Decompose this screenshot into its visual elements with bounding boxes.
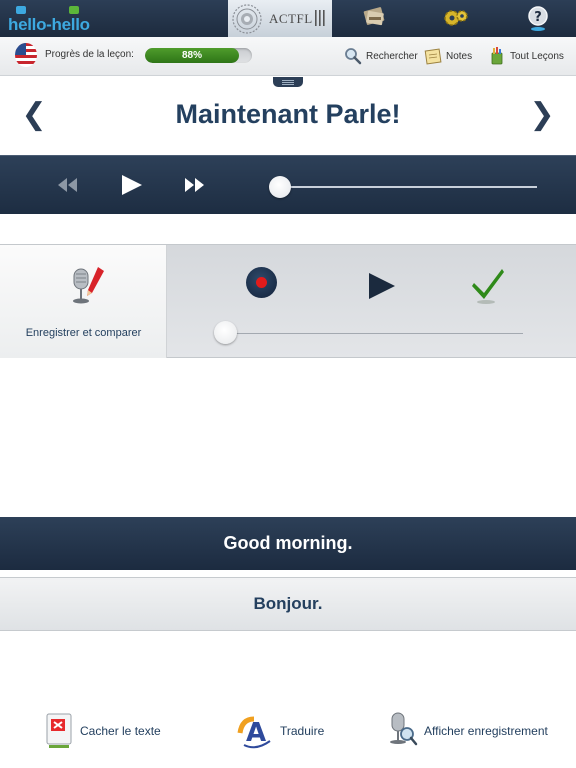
show-recording-label: Afficher enregistrement [424,724,548,738]
hide-text-icon [46,713,72,748]
progress-percent: 88% [181,50,202,61]
app-screen: hello-hello ACTFL ? Progrès de la leçon:… [0,0,576,768]
gears-icon[interactable] [441,3,471,33]
microphone-magnifier-icon [390,712,418,746]
notes-label: Notes [446,50,473,62]
recording-scrubber-track[interactable] [226,333,523,334]
handle-line [282,80,294,81]
hello-hello-logo[interactable]: hello-hello [6,4,116,34]
magnifier-icon [345,48,362,65]
french-phrase: Bonjour. [253,594,323,613]
audio-scrubber-knob[interactable] [269,176,291,198]
hide-text-label: Cacher le texte [80,724,161,738]
title-area: ❮ Maintenant Parle! ❯ [0,77,576,155]
chevron-left-icon[interactable]: ❮ [21,97,46,132]
top-nav-bar: hello-hello ACTFL ? [0,0,576,37]
help-icon[interactable]: ? [523,3,553,33]
logo-text: hello-hello [8,15,90,34]
svg-text:A: A [246,718,266,748]
all-lessons-label: Tout Leçons [510,50,564,62]
drawer-handle[interactable] [273,77,303,87]
progress-bar: 88% [145,48,252,63]
record-button[interactable] [246,267,277,298]
translate-icon: A [237,716,271,749]
lesson-progress-row: Progrès de la leçon: 88% Rechercher Note… [0,37,576,76]
handle-line [282,84,294,85]
logo-bubble-blue [16,6,26,14]
all-lessons-button[interactable]: Tout Leçons [488,45,564,67]
logo-bubble-green [69,6,79,14]
microphone-pencil-icon [73,267,104,304]
record-compare-panel[interactable]: Enregistrer et comparer [0,245,167,358]
notes-button[interactable]: Notes [424,45,472,67]
translate-button[interactable]: A Traduire [236,708,324,754]
rewind-icon[interactable] [55,174,81,196]
actfl-badge[interactable]: ACTFL [228,0,332,37]
recording-scrubber-knob[interactable] [214,321,237,344]
english-phrase: Good morning. [223,533,353,553]
show-recording-button[interactable]: Afficher enregistrement [386,708,548,754]
us-flag-icon[interactable] [15,43,37,67]
english-phrase-bar: Good morning. [0,517,576,570]
books-icon[interactable] [360,3,390,33]
play-icon[interactable] [118,174,144,196]
page-title: Maintenant Parle! [175,99,401,129]
actfl-seal-icon [232,4,262,34]
hide-text-button[interactable]: Cacher le texte [44,708,161,754]
lessons-cup-icon [491,47,503,65]
translate-label: Traduire [280,724,325,738]
record-compare-label: Enregistrer et comparer [25,327,142,339]
actfl-bars-icon [315,10,325,26]
progress-label: Progrès de la leçon: [45,49,134,60]
svg-text:?: ? [534,10,542,25]
check-icon[interactable] [471,267,505,305]
recording-play-icon[interactable] [367,271,397,301]
search-label: Rechercher [366,50,418,62]
notepad-icon [424,48,442,65]
fast-forward-icon[interactable] [182,174,208,196]
audio-scrubber-track[interactable] [280,186,537,188]
french-phrase-bar[interactable]: Bonjour. [0,577,576,631]
chevron-right-icon[interactable]: ❯ [529,97,554,132]
actfl-text: ACTFL [269,11,313,26]
handle-line [282,82,294,83]
search-button[interactable]: Rechercher [344,45,418,67]
